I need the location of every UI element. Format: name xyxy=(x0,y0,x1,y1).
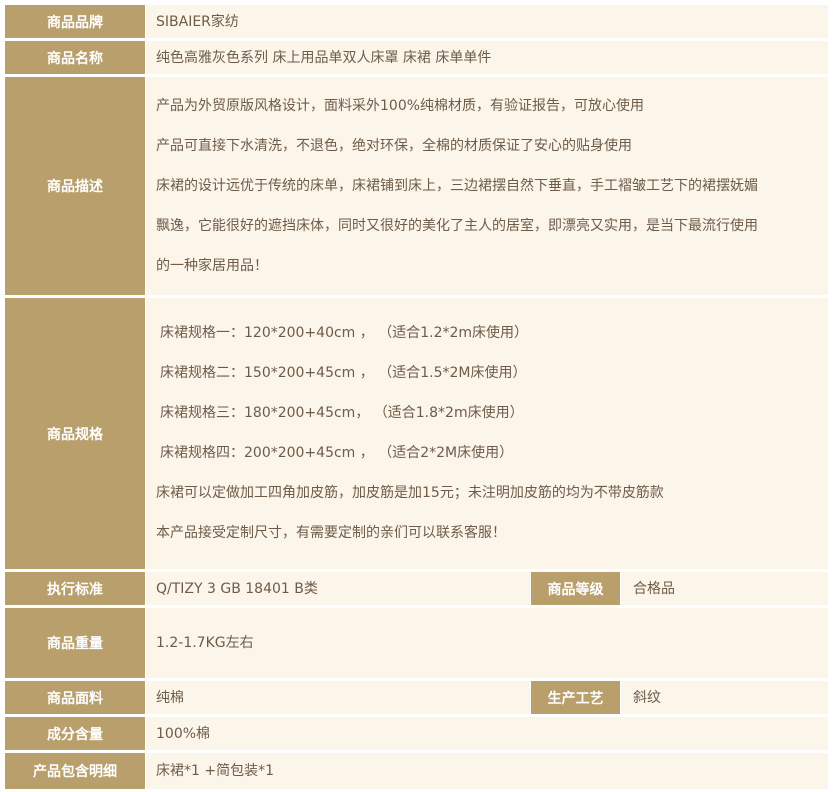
desc-line: 床裙的设计远优于传统的床单，床裙铺到床上，三边裙摆自然下垂直，手工褶皱工艺下的裙… xyxy=(156,178,758,194)
standard-label: 执行标准 xyxy=(5,572,145,605)
fabric-label: 商品面料 xyxy=(5,681,145,714)
desc-value-cell: 产品为外贸原版风格设计，面料采外100%纯棉材质，有验证报告，可放心使用 产品可… xyxy=(146,77,828,295)
desc-line: 的一种家居用品！ xyxy=(156,258,268,274)
name-value: 纯色高雅灰色系列 床上用品单双人床罩 床裙 床单单件 xyxy=(156,49,492,66)
content-label: 成分含量 xyxy=(5,717,145,750)
content-value-cell: 100%棉 xyxy=(146,717,828,750)
spec-line: 床裙规格三：180*200+45cm， （适合1.8*2m床使用） xyxy=(160,405,524,421)
spec-line: 床裙可以定做加工四角加皮筋，加皮筋是加15元；未注明加皮筋的均为不带皮筋款 xyxy=(156,485,664,501)
brand-label: 商品品牌 xyxy=(5,5,145,38)
craft-label: 生产工艺 xyxy=(531,681,620,714)
spec-line: 床裙规格二：150*200+45cm ， （适合1.5*2M床使用） xyxy=(160,365,527,381)
desc-label: 商品描述 xyxy=(5,77,145,295)
desc-line: 产品为外贸原版风格设计，面料采外100%纯棉材质，有验证报告，可放心使用 xyxy=(156,98,645,114)
grade-value: 合格品 xyxy=(633,580,675,597)
spec-label: 商品规格 xyxy=(5,298,145,569)
name-label: 商品名称 xyxy=(5,41,145,74)
brand-value: SIBAIER家纺 xyxy=(156,13,239,30)
craft-value: 斜纹 xyxy=(633,689,661,706)
weight-label: 商品重量 xyxy=(5,608,145,678)
standard-value-cell: Q/TIZY 3 GB 18401 B类 xyxy=(146,572,530,605)
package-value-cell: 床裙*1 +简包装*1 xyxy=(146,753,828,789)
desc-line: 飘逸，它能很好的遮挡床体，同时又很好的美化了主人的居室，即漂亮又实用，是当下最流… xyxy=(156,218,758,234)
spec-line: 床裙规格一：120*200+40cm ， （适合1.2*2m床使用） xyxy=(160,325,529,341)
standard-value: Q/TIZY 3 GB 18401 B类 xyxy=(156,580,318,597)
name-value-cell: 纯色高雅灰色系列 床上用品单双人床罩 床裙 床单单件 xyxy=(146,41,828,74)
package-label: 产品包含明细 xyxy=(5,753,145,789)
spec-line: 床裙规格四：200*200+45cm ， （适合2*2M床使用） xyxy=(160,445,514,461)
package-value: 床裙*1 +简包装*1 xyxy=(156,763,274,779)
fabric-value: 纯棉 xyxy=(156,689,184,706)
weight-value-cell: 1.2-1.7KG左右 xyxy=(146,608,828,678)
grade-value-cell: 合格品 xyxy=(621,572,828,605)
product-info-table: 商品品牌 SIBAIER家纺 商品名称 纯色高雅灰色系列 床上用品单双人床罩 床… xyxy=(0,0,833,792)
brand-value-cell: SIBAIER家纺 xyxy=(146,5,828,38)
grade-label: 商品等级 xyxy=(531,572,620,605)
desc-line: 产品可直接下水清洗，不退色，绝对环保，全棉的材质保证了安心的贴身使用 xyxy=(156,138,632,154)
fabric-value-cell: 纯棉 xyxy=(146,681,530,714)
content-value: 100%棉 xyxy=(156,725,211,742)
craft-value-cell: 斜纹 xyxy=(621,681,828,714)
spec-line: 本产品接受定制尺寸，有需要定制的亲们可以联系客服！ xyxy=(156,525,506,541)
spec-value-cell: 床裙规格一：120*200+40cm ， （适合1.2*2m床使用） 床裙规格二… xyxy=(146,298,828,569)
weight-value: 1.2-1.7KG左右 xyxy=(156,635,254,651)
